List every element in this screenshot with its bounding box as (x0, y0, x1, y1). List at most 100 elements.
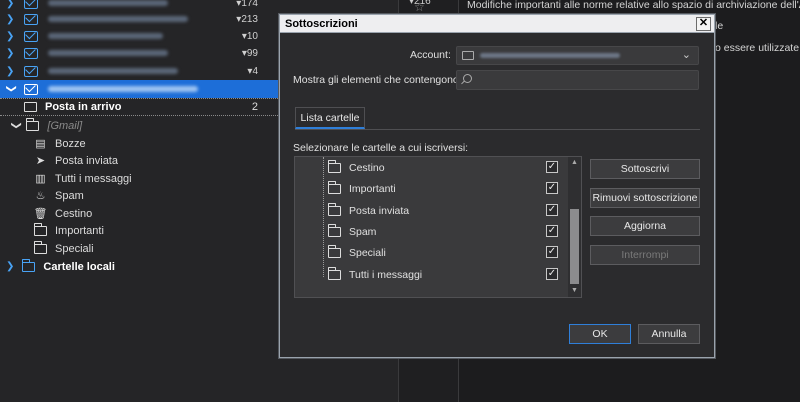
folder-row-spam[interactable]: ♨ Spam (34, 187, 84, 204)
subscribe-checkbox[interactable]: ✓ (546, 225, 558, 237)
folder-name: Spam (349, 225, 377, 238)
account-mail-icon (24, 47, 38, 59)
chevron-right-icon[interactable]: ❯ (6, 261, 14, 272)
account-name-redacted (48, 0, 168, 6)
subscriptions-dialog: Sottoscrizioni ✕ Account: ⌄ Mostra gli e… (279, 14, 715, 358)
tab-folder-list[interactable]: Lista cartelle (295, 107, 365, 129)
folder-row-posta-inviata[interactable]: ➤ Posta inviata (34, 152, 118, 169)
folder-icon (33, 222, 47, 236)
list-item[interactable]: Speciali ✓ (295, 242, 569, 263)
stop-button[interactable]: Interrompi (590, 245, 700, 265)
archive-icon: ▥ (35, 173, 46, 185)
account-mail-icon (462, 51, 474, 60)
folder-icon (327, 202, 341, 216)
local-folders-row[interactable]: ❯ Cartelle locali (6, 258, 115, 275)
account-select[interactable]: ⌄ (456, 46, 699, 65)
preview-line: le (715, 20, 724, 32)
preview-line: o essere utilizzate e (715, 42, 800, 54)
chevron-right-icon[interactable]: ❯ (6, 66, 16, 77)
subscribe-checkbox[interactable]: ✓ (546, 182, 558, 194)
preview-line: Modifiche importanti alle norme relative… (467, 0, 800, 11)
chevron-right-icon[interactable]: ❯ (6, 31, 16, 42)
refresh-button[interactable]: Aggiorna (590, 216, 700, 236)
account-mail-icon (24, 13, 38, 25)
list-item[interactable]: Spam ✓ (295, 221, 569, 242)
chevron-down-icon[interactable]: ❯ (11, 121, 22, 129)
account-name-redacted (48, 68, 178, 74)
account-name-redacted (48, 33, 163, 39)
search-icon (463, 74, 472, 83)
folder-icon (25, 117, 40, 131)
subscribe-checkbox[interactable]: ✓ (546, 246, 558, 258)
unread-count: ▾4 (247, 65, 258, 77)
unsubscribe-button[interactable]: Rimuovi sottoscrizione (590, 188, 700, 208)
inbox-count: 2 (251, 101, 258, 113)
scroll-thumb[interactable] (570, 209, 579, 284)
cancel-button[interactable]: Annulla (638, 324, 700, 344)
folder-label: Tutti i messaggi (55, 172, 132, 185)
account-mail-icon (24, 65, 38, 77)
chevron-down-icon[interactable]: ❯ (6, 84, 17, 94)
draft-icon: ▤ (35, 138, 46, 150)
filter-input[interactable] (456, 70, 699, 90)
account-name-redacted (48, 50, 168, 56)
dialog-title: Sottoscrizioni (285, 17, 358, 30)
folder-name: Posta inviata (349, 204, 410, 217)
folder-name: Cestino (349, 161, 385, 174)
folder-row-cestino[interactable]: 🗑 Cestino (33, 205, 93, 222)
subscribe-button[interactable]: Sottoscrivi (590, 159, 700, 179)
chevron-right-icon[interactable]: ❯ (6, 14, 16, 25)
folder-row-importanti[interactable]: Importanti (33, 222, 104, 239)
chevron-right-icon[interactable]: ❯ (6, 0, 16, 9)
folder-row-bozze[interactable]: ▤ Bozze (34, 135, 86, 152)
list-item[interactable]: Cestino ✓ (295, 157, 569, 178)
send-icon: ➤ (35, 155, 46, 167)
ok-button[interactable]: OK (569, 324, 631, 344)
list-item[interactable]: Tutti i messaggi ✓ (295, 264, 569, 285)
chevron-right-icon[interactable]: ❯ (6, 48, 16, 59)
folder-label: Spam (55, 189, 84, 202)
list-item[interactable]: Importanti ✓ (295, 178, 569, 199)
list-item[interactable]: Posta inviata ✓ (295, 200, 569, 221)
inbox-icon (24, 102, 37, 112)
dialog-titlebar[interactable]: Sottoscrizioni (280, 15, 714, 33)
unread-count: ▾213 (236, 13, 258, 25)
trash-icon: 🗑 (33, 208, 48, 220)
flame-icon: ♨ (35, 190, 46, 202)
tab-divider (295, 129, 700, 130)
unread-count: ▾174 (236, 0, 258, 9)
close-button[interactable]: ✕ (696, 17, 711, 31)
folder-label: Speciali (55, 242, 94, 255)
gmail-folder-row[interactable]: ❯ [Gmail] (11, 117, 83, 134)
account-mail-icon (24, 30, 38, 42)
filter-label: Mostra gli elementi che contengono: (293, 74, 462, 86)
folder-label: Bozze (55, 137, 86, 150)
list-scrollbar[interactable]: ▲ ▼ (568, 157, 581, 297)
scroll-down-icon[interactable]: ▼ (568, 285, 581, 297)
folder-name: Speciali (349, 246, 386, 259)
folder-row-speciali[interactable]: Speciali (33, 240, 94, 257)
folder-row-tutti-i-messaggi[interactable]: ▥ Tutti i messaggi (34, 170, 132, 187)
local-folder-icon (21, 258, 36, 272)
inbox-label: Posta in arrivo (45, 101, 122, 113)
local-folders-label: Cartelle locali (43, 260, 115, 273)
star-icon[interactable]: ☆ (414, 0, 425, 14)
account-name-redacted (48, 86, 198, 92)
subscribe-checkbox[interactable]: ✓ (546, 161, 558, 173)
folder-label: Importanti (55, 224, 104, 237)
account-value-redacted (480, 53, 620, 58)
unread-count: ▾10 (241, 30, 258, 42)
account-label: Account: (410, 49, 451, 61)
folder-icon (33, 240, 47, 254)
subscribe-checkbox[interactable]: ✓ (546, 204, 558, 216)
folder-label: Cestino (55, 207, 93, 220)
list-label: Selezionare le cartelle a cui iscriversi… (293, 142, 469, 154)
scroll-up-icon[interactable]: ▲ (568, 157, 581, 169)
folder-name: Importanti (349, 182, 396, 195)
subscribe-checkbox[interactable]: ✓ (546, 268, 558, 280)
folder-icon (327, 223, 341, 237)
account-mail-icon (24, 83, 38, 95)
folder-list: Cestino ✓ Importanti ✓ Posta inviata ✓ S… (294, 156, 582, 298)
gmail-label: [Gmail] (47, 119, 83, 132)
chevron-down-icon: ⌄ (681, 49, 691, 61)
